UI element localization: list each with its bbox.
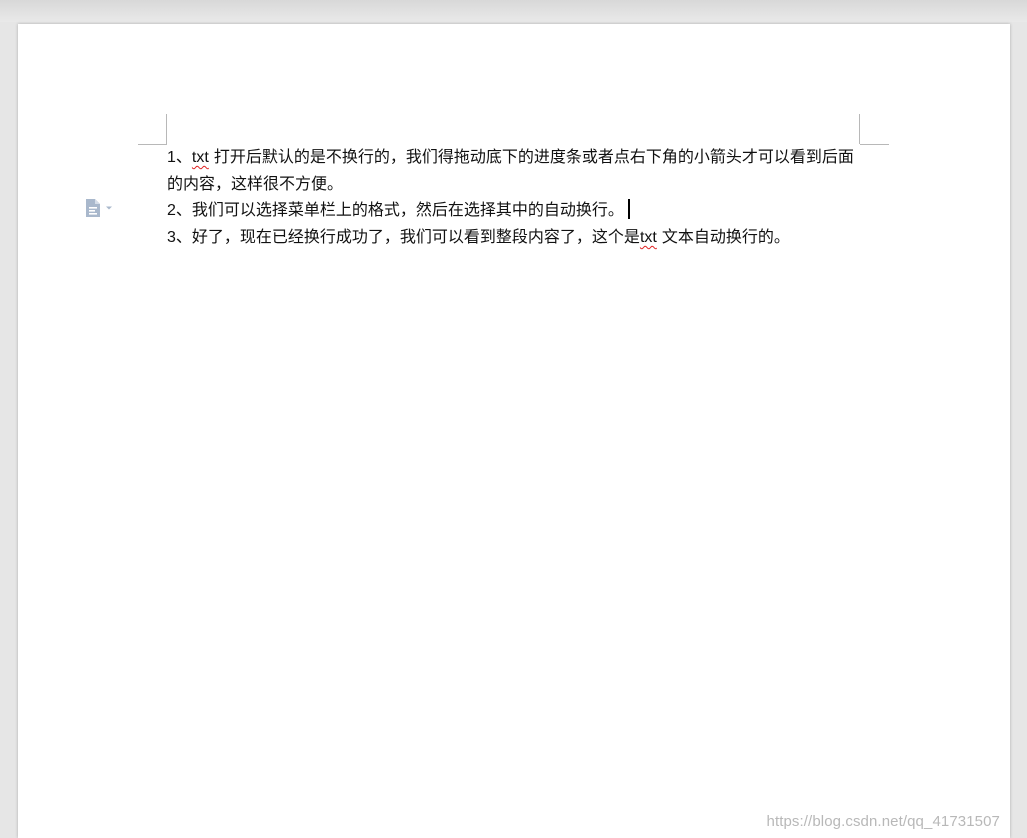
misspelled-word[interactable]: txt <box>640 229 657 246</box>
paragraph-text: 我们可以选择菜单栏上的格式，然后在选择其中的自动换行。 <box>191 200 624 219</box>
list-number: 3 <box>167 229 176 246</box>
caret-down-icon <box>105 205 113 211</box>
list-number: 2 <box>167 202 176 219</box>
margin-mark-top-left <box>138 144 167 145</box>
margin-mark-top-left <box>166 114 167 144</box>
watermark: https://blog.csdn.net/qq_41731507 <box>766 813 1000 830</box>
list-number: 1 <box>167 149 176 166</box>
margin-mark-top-right <box>859 114 860 144</box>
paste-options-button[interactable] <box>84 198 113 218</box>
paste-options-icon <box>84 198 102 218</box>
list-separator: 、 <box>175 200 192 219</box>
text-cursor <box>627 199 630 219</box>
paragraph-1[interactable]: 1、txt 打开后默认的是不换行的，我们得拖动底下的进度条或者点右下角的小箭头才… <box>167 144 867 197</box>
toolbar-edge <box>0 0 1027 22</box>
list-separator: 、 <box>175 227 192 246</box>
misspelled-word[interactable]: txt <box>192 149 209 166</box>
paragraph-3[interactable]: 3、好了，现在已经换行成功了，我们可以看到整段内容了，这个是txt 文本自动换行… <box>167 224 867 251</box>
document-page[interactable]: 1、txt 打开后默认的是不换行的，我们得拖动底下的进度条或者点右下角的小箭头才… <box>18 24 1010 838</box>
paragraph-text: 打开后默认的是不换行的，我们得拖动底下的进度条或者点右下角的小箭头才可以看到后面… <box>167 147 854 193</box>
list-separator: 、 <box>175 147 192 166</box>
paragraph-text: 文本自动换行的。 <box>661 227 790 246</box>
paragraph-text: 好了，现在已经换行成功了，我们可以看到整段内容了，这个是 <box>191 227 640 246</box>
paragraph-2[interactable]: 2、我们可以选择菜单栏上的格式，然后在选择其中的自动换行。 <box>167 197 867 224</box>
document-text[interactable]: 1、txt 打开后默认的是不换行的，我们得拖动底下的进度条或者点右下角的小箭头才… <box>167 144 867 251</box>
